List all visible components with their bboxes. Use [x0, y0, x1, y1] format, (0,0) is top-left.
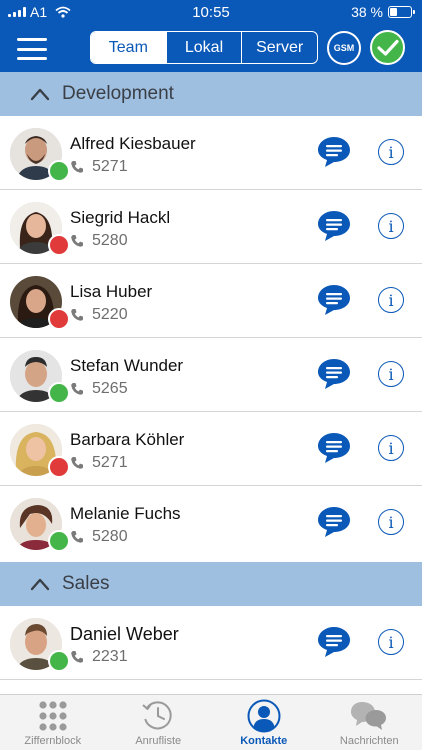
extension-number: 5280	[92, 232, 128, 249]
presence-indicator	[48, 530, 70, 552]
presence-indicator	[48, 456, 70, 478]
source-segmented-control: Team Lokal Server	[90, 31, 318, 64]
section-title: Sales	[62, 573, 110, 594]
section-header-sales[interactable]: Sales	[0, 562, 422, 606]
extension-number: 5220	[92, 306, 128, 323]
tab-anrufliste[interactable]: Anrufliste	[106, 695, 212, 750]
contact-row[interactable]: Melanie Fuchs 5280 i	[0, 486, 422, 562]
presence-indicator	[48, 160, 70, 182]
presence-indicator	[48, 382, 70, 404]
contact-name: Lisa Huber	[70, 282, 153, 301]
contact-extension: 5220	[70, 306, 128, 324]
battery-info: 38 %	[351, 4, 415, 20]
messages-icon	[351, 702, 387, 730]
nav-bar: Team Lokal Server GSM	[0, 24, 422, 72]
tab-bar: Ziffernblock Anrufliste Kontakte Nachric…	[0, 694, 422, 750]
gsm-button[interactable]: GSM	[327, 31, 361, 65]
phone-icon	[71, 235, 83, 247]
info-icon[interactable]: i	[378, 435, 404, 461]
chat-icon[interactable]	[316, 624, 352, 660]
status-bar: A1 10:55 38 %	[0, 0, 422, 24]
contact-extension: 5280	[70, 528, 128, 546]
contact-name: Alfred Kiesbauer	[70, 134, 196, 153]
presence-indicator	[48, 234, 70, 256]
battery-icon	[388, 6, 415, 18]
contact-row[interactable]: Barbara Köhler 5271 i	[0, 412, 422, 486]
extension-number: 5271	[92, 158, 128, 175]
contact-extension: 5280	[70, 232, 128, 250]
history-icon	[142, 701, 172, 730]
hamburger-menu-icon[interactable]	[17, 38, 47, 60]
chat-icon[interactable]	[316, 134, 352, 170]
contact-name: Stefan Wunder	[70, 356, 184, 375]
section-title: Development	[62, 83, 174, 104]
extension-number: 5271	[92, 454, 128, 471]
contact-name: Daniel Weber	[70, 624, 179, 644]
segment-team[interactable]: Team	[91, 32, 167, 63]
keypad-icon	[39, 701, 67, 731]
presence-ok-button[interactable]	[370, 30, 405, 65]
contact-name: Barbara Köhler	[70, 430, 185, 449]
chevron-up-icon	[30, 88, 50, 101]
contact-extension: 5271	[70, 158, 128, 176]
contact-name: Melanie Fuchs	[70, 504, 181, 523]
tab-label: Kontakte	[240, 735, 288, 747]
extension-number: 5280	[92, 528, 128, 545]
segment-server[interactable]: Server	[242, 32, 317, 63]
contact-extension: 5271	[70, 454, 128, 472]
extension-number: 2231	[92, 648, 128, 665]
chat-icon[interactable]	[316, 356, 352, 392]
tab-ziffernblock[interactable]: Ziffernblock	[0, 695, 106, 750]
contact-row[interactable]: Siegrid Hackl 5280 i	[0, 190, 422, 264]
chat-icon[interactable]	[316, 430, 352, 466]
info-icon[interactable]: i	[378, 509, 404, 535]
contact-row[interactable]: Lisa Huber 5220 i	[0, 264, 422, 338]
tab-nachrichten[interactable]: Nachrichten	[317, 695, 422, 750]
contact-row[interactable]: Daniel Weber 2231 i	[0, 606, 422, 680]
phone-icon	[71, 457, 83, 469]
contact-extension: 5265	[70, 380, 128, 398]
phone-icon	[71, 383, 83, 395]
tab-label: Anrufliste	[135, 735, 182, 747]
tab-label: Nachrichten	[339, 735, 399, 747]
chat-icon[interactable]	[316, 208, 352, 244]
chat-icon[interactable]	[316, 504, 352, 540]
section-header-development[interactable]: Development	[0, 72, 422, 116]
contact-extension: 2231	[70, 648, 128, 666]
phone-icon	[71, 651, 83, 663]
tab-kontakte[interactable]: Kontakte	[211, 695, 317, 750]
chat-icon[interactable]	[316, 282, 352, 318]
segment-lokal[interactable]: Lokal	[167, 32, 243, 63]
battery-percent: 38 %	[351, 4, 383, 20]
contact-row[interactable]: Stefan Wunder 5265 i	[0, 338, 422, 412]
chevron-up-icon	[30, 578, 50, 591]
contact-row[interactable]: Alfred Kiesbauer 5271 i	[0, 116, 422, 190]
tab-label: Ziffernblock	[24, 735, 82, 747]
phone-icon	[71, 309, 83, 321]
contact-icon	[247, 699, 281, 733]
info-icon[interactable]: i	[378, 629, 404, 655]
info-icon[interactable]: i	[378, 213, 404, 239]
phone-icon	[71, 531, 83, 543]
info-icon[interactable]: i	[378, 287, 404, 313]
presence-indicator	[48, 650, 70, 672]
presence-indicator	[48, 308, 70, 330]
info-icon[interactable]: i	[378, 139, 404, 165]
extension-number: 5265	[92, 380, 128, 397]
contact-name: Siegrid Hackl	[70, 208, 171, 227]
checkmark-icon	[376, 39, 399, 56]
phone-icon	[71, 161, 83, 173]
info-icon[interactable]: i	[378, 361, 404, 387]
